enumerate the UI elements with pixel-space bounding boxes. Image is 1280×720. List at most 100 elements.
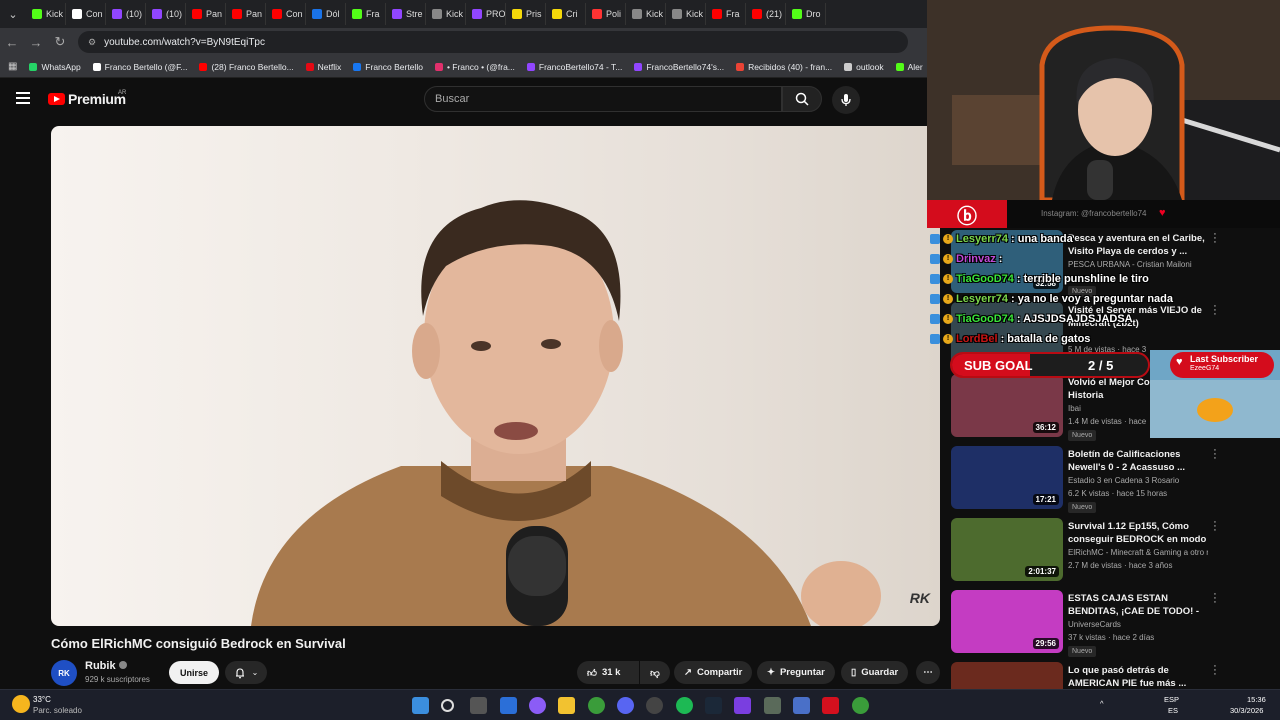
recommended-channel-name[interactable]: ElRichMC - Minecraft & Gaming a otro ni.… bbox=[1068, 548, 1208, 557]
bookmark-item[interactable]: Recibidos (40) - fran... bbox=[736, 62, 832, 72]
browser-tab[interactable]: Kick bbox=[666, 3, 706, 25]
steam-icon[interactable] bbox=[705, 697, 722, 714]
join-button[interactable]: Unirse bbox=[169, 661, 219, 684]
more-vert-icon[interactable]: ··· bbox=[1212, 589, 1218, 608]
dislike-button[interactable]: 👎︎ bbox=[640, 661, 670, 684]
channel-avatar[interactable]: RK bbox=[51, 660, 77, 686]
browser-tab[interactable]: Pan bbox=[226, 3, 266, 25]
browser-tab[interactable]: Cri bbox=[546, 3, 586, 25]
like-button[interactable]: 👍︎ 31 k bbox=[577, 661, 639, 684]
site-info-icon[interactable]: ⚙ bbox=[88, 37, 96, 48]
app-icon[interactable] bbox=[793, 697, 810, 714]
more-vert-icon[interactable]: ··· bbox=[1212, 517, 1218, 536]
bookmark-item[interactable]: Franco Bertello (@F... bbox=[92, 62, 187, 72]
bookmark-item[interactable]: FrancoBertello74's... bbox=[634, 62, 724, 72]
share-button[interactable]: ↗ Compartir bbox=[674, 661, 753, 684]
browser-tab[interactable]: Fra bbox=[706, 3, 746, 25]
spotify-icon[interactable] bbox=[676, 697, 693, 714]
bookmark-item[interactable]: • Franco • (@fra... bbox=[434, 62, 515, 72]
streamlabs-icon[interactable] bbox=[822, 697, 839, 714]
more-actions-button[interactable]: ⋯ bbox=[916, 661, 940, 684]
ask-button[interactable]: ✦ Preguntar bbox=[757, 661, 835, 684]
bookmark-item[interactable]: outlook bbox=[844, 62, 884, 72]
browser-tab[interactable]: Kick bbox=[426, 3, 466, 25]
start-icon[interactable] bbox=[412, 697, 429, 714]
chevron-up-icon[interactable]: ^ bbox=[1100, 699, 1104, 708]
clock-time[interactable]: 15:36 bbox=[1247, 695, 1266, 704]
search-input[interactable]: Buscar bbox=[424, 86, 782, 112]
browser-tab[interactable]: Kick bbox=[626, 3, 666, 25]
browser-tab[interactable]: (10) bbox=[106, 3, 146, 25]
browser-tab[interactable]: Poli bbox=[586, 3, 626, 25]
car-icon bbox=[1197, 398, 1233, 422]
recommended-video-title[interactable]: Boletín de Calificaciones Newell's 0 - 2… bbox=[1068, 448, 1208, 474]
more-vert-icon[interactable]: ··· bbox=[1212, 301, 1218, 320]
video-thumbnail[interactable]: 36:12 bbox=[951, 374, 1063, 437]
search-button[interactable] bbox=[782, 86, 822, 112]
address-bar[interactable]: ⚙ youtube.com/watch?v=ByN9tEqiTpc bbox=[78, 31, 908, 53]
task-view-icon[interactable] bbox=[470, 697, 487, 714]
bookmark-item[interactable]: Aler bbox=[895, 62, 923, 72]
chrome-icon[interactable] bbox=[588, 697, 605, 714]
browser-tab[interactable]: Stre bbox=[386, 3, 426, 25]
recommended-video-title[interactable]: Survival 1.12 Ep155, Cómo conseguir BEDR… bbox=[1068, 520, 1208, 547]
recommended-video-title[interactable]: ESTAS CAJAS ESTAN BENDITAS, ¡CAE DE TODO… bbox=[1068, 592, 1208, 619]
voice-search-button[interactable] bbox=[832, 86, 860, 114]
tab-favicon-icon bbox=[712, 9, 722, 19]
menu-icon[interactable] bbox=[16, 92, 30, 104]
more-vert-icon[interactable]: ··· bbox=[1212, 661, 1218, 680]
bookmark-item[interactable]: FrancoBertello74 - T... bbox=[526, 62, 622, 72]
save-button[interactable]: ▯ Guardar bbox=[841, 661, 909, 684]
video-thumbnail[interactable]: 2:01:37 bbox=[951, 518, 1063, 581]
browser-tab[interactable]: Con bbox=[66, 3, 106, 25]
youtube-logo[interactable]: Premium bbox=[48, 91, 126, 107]
store-icon[interactable] bbox=[500, 697, 517, 714]
channel-name[interactable]: Rubik bbox=[85, 660, 127, 672]
weather-icon[interactable] bbox=[12, 695, 30, 713]
notifications-button[interactable]: ⌄ bbox=[225, 661, 267, 684]
browser-tab[interactable]: Dól bbox=[306, 3, 346, 25]
recommended-channel-name[interactable]: UniverseCards bbox=[1068, 620, 1208, 629]
more-vert-icon[interactable]: ··· bbox=[1212, 229, 1218, 248]
discord-icon[interactable] bbox=[617, 697, 634, 714]
browser-tab[interactable]: (21) bbox=[746, 3, 786, 25]
browser-tab[interactable]: Con bbox=[266, 3, 306, 25]
more-vert-icon[interactable]: ··· bbox=[1212, 445, 1218, 464]
browser-tab[interactable]: (10) bbox=[146, 3, 186, 25]
reload-button[interactable]: ↻ bbox=[48, 28, 72, 56]
browser-tab[interactable]: Fra bbox=[346, 3, 386, 25]
recommended-video[interactable]: 17:21 Boletín de Calificaciones Newell's … bbox=[940, 445, 1280, 516]
tab-favicon-icon bbox=[32, 9, 42, 19]
recommended-video-title[interactable]: Lo que pasó detrás de AMERICAN PIE fue m… bbox=[1068, 664, 1208, 690]
recommended-channel-name[interactable]: Estadio 3 en Cadena 3 Rosario bbox=[1068, 476, 1208, 485]
bookmark-item[interactable]: WhatsApp bbox=[29, 62, 81, 72]
back-button[interactable]: ← bbox=[0, 28, 24, 56]
file-explorer-icon[interactable] bbox=[558, 697, 575, 714]
browser-tab[interactable]: Kick bbox=[26, 3, 66, 25]
apps-grid-icon[interactable]: ▦ bbox=[8, 61, 17, 72]
recommended-channel-name[interactable]: PESCA URBANA - Cristian Mailoni bbox=[1068, 260, 1208, 269]
video-thumbnail[interactable]: 29:56 bbox=[951, 590, 1063, 653]
search-icon[interactable] bbox=[441, 699, 454, 712]
chrome-icon[interactable] bbox=[852, 697, 869, 714]
app-icon[interactable] bbox=[764, 697, 781, 714]
browser-tab[interactable]: Dro bbox=[786, 3, 826, 25]
language-primary[interactable]: ESP bbox=[1164, 695, 1179, 704]
recommended-video[interactable]: 2:01:37 Survival 1.12 Ep155, Cómo consegu… bbox=[940, 517, 1280, 588]
video-player[interactable]: RK bbox=[51, 126, 940, 626]
tab-label: Pris bbox=[526, 9, 542, 19]
forward-button[interactable]: → bbox=[24, 28, 48, 56]
recommended-video-title[interactable]: Pesca y aventura en el Caribe, Visito Pl… bbox=[1068, 232, 1208, 258]
recommended-video[interactable]: 29:56 ESTAS CAJAS ESTAN BENDITAS, ¡CAE DE… bbox=[940, 589, 1280, 660]
browser-tab[interactable]: PRO bbox=[466, 3, 506, 25]
bookmark-item[interactable]: Netflix bbox=[305, 62, 341, 72]
tab-search-button[interactable]: ⌄ bbox=[0, 0, 26, 28]
video-thumbnail[interactable]: 17:21 bbox=[951, 446, 1063, 509]
bookmark-item[interactable]: Franco Bertello bbox=[353, 62, 423, 72]
app-icon[interactable] bbox=[734, 697, 751, 714]
browser-tab[interactable]: Pan bbox=[186, 3, 226, 25]
browser-tab[interactable]: Pris bbox=[506, 3, 546, 25]
cortana-icon[interactable] bbox=[529, 697, 546, 714]
obs-icon[interactable] bbox=[646, 697, 663, 714]
bookmark-item[interactable]: (28) Franco Bertello... bbox=[199, 62, 294, 72]
